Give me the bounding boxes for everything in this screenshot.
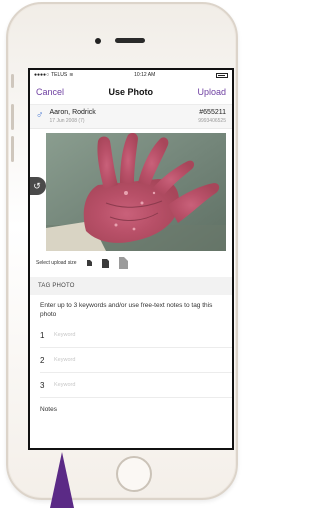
keyword-row: 1 xyxy=(40,323,232,348)
keyword-row: 2 xyxy=(40,348,232,373)
keyword-number: 3 xyxy=(40,380,45,390)
volume-down-button xyxy=(11,136,14,162)
status-bar: ●●●●○ TELUS ≋ 10:12 AM xyxy=(30,70,232,80)
phone-screen: ●●●●○ TELUS ≋ 10:12 AM Cancel Use Photo … xyxy=(28,68,234,450)
upload-size-label: Select upload size xyxy=(36,260,77,266)
patient-id: #655211 xyxy=(199,109,226,116)
hand-photo xyxy=(46,133,226,251)
keyword-row: 3 xyxy=(40,373,232,398)
patient-header: ♂ Aaron, Rodrick 17 Jun 2008 (7) #655211… xyxy=(30,105,232,129)
photo-preview-area: ↺ xyxy=(30,129,232,251)
clock-label: 10:12 AM xyxy=(134,72,156,78)
front-camera xyxy=(95,38,101,44)
phone-frame: ●●●●○ TELUS ≋ 10:12 AM Cancel Use Photo … xyxy=(6,2,238,500)
home-button[interactable] xyxy=(116,456,152,492)
keyword-input-2[interactable] xyxy=(52,356,206,364)
upload-size-selector: Select upload size xyxy=(30,249,232,277)
signal-icon: ●●●●○ xyxy=(34,72,50,78)
tag-hint: Enter up to 3 keywords and/or use free-t… xyxy=(40,302,213,318)
keyword-number: 1 xyxy=(40,330,45,340)
hand-photo-image xyxy=(46,133,226,251)
male-gender-icon: ♂ xyxy=(36,110,44,121)
patient-name: Aaron, Rodrick xyxy=(49,109,96,116)
rotate-icon: ↺ xyxy=(33,180,41,191)
notes-label[interactable]: Notes xyxy=(30,398,232,421)
volume-up-button xyxy=(11,104,14,130)
large-size-document-icon[interactable] xyxy=(118,257,128,269)
rotate-photo-button[interactable]: ↺ xyxy=(30,177,46,195)
upload-button[interactable]: Upload xyxy=(197,87,226,97)
patient-phone: 9993406525 xyxy=(198,118,226,124)
patient-dob: 17 Jun 2008 (7) xyxy=(49,118,85,124)
nav-bar: Cancel Use Photo Upload xyxy=(30,80,232,105)
keyword-number: 2 xyxy=(40,355,45,365)
tag-photo-header: TAG PHOTO xyxy=(30,277,232,295)
brand-triangle-decoration xyxy=(50,452,74,508)
page-title: Use Photo xyxy=(108,87,153,97)
mute-switch xyxy=(11,74,14,88)
keyword-input-1[interactable] xyxy=(52,331,206,339)
keyword-input-3[interactable] xyxy=(52,381,206,389)
battery-icon xyxy=(215,72,228,78)
medium-size-document-icon[interactable] xyxy=(101,258,109,268)
small-size-document-icon[interactable] xyxy=(86,260,92,266)
cancel-button[interactable]: Cancel xyxy=(36,87,64,97)
carrier-label: TELUS xyxy=(51,72,68,78)
wifi-icon: ≋ xyxy=(69,72,74,78)
earpiece-speaker xyxy=(115,38,145,43)
